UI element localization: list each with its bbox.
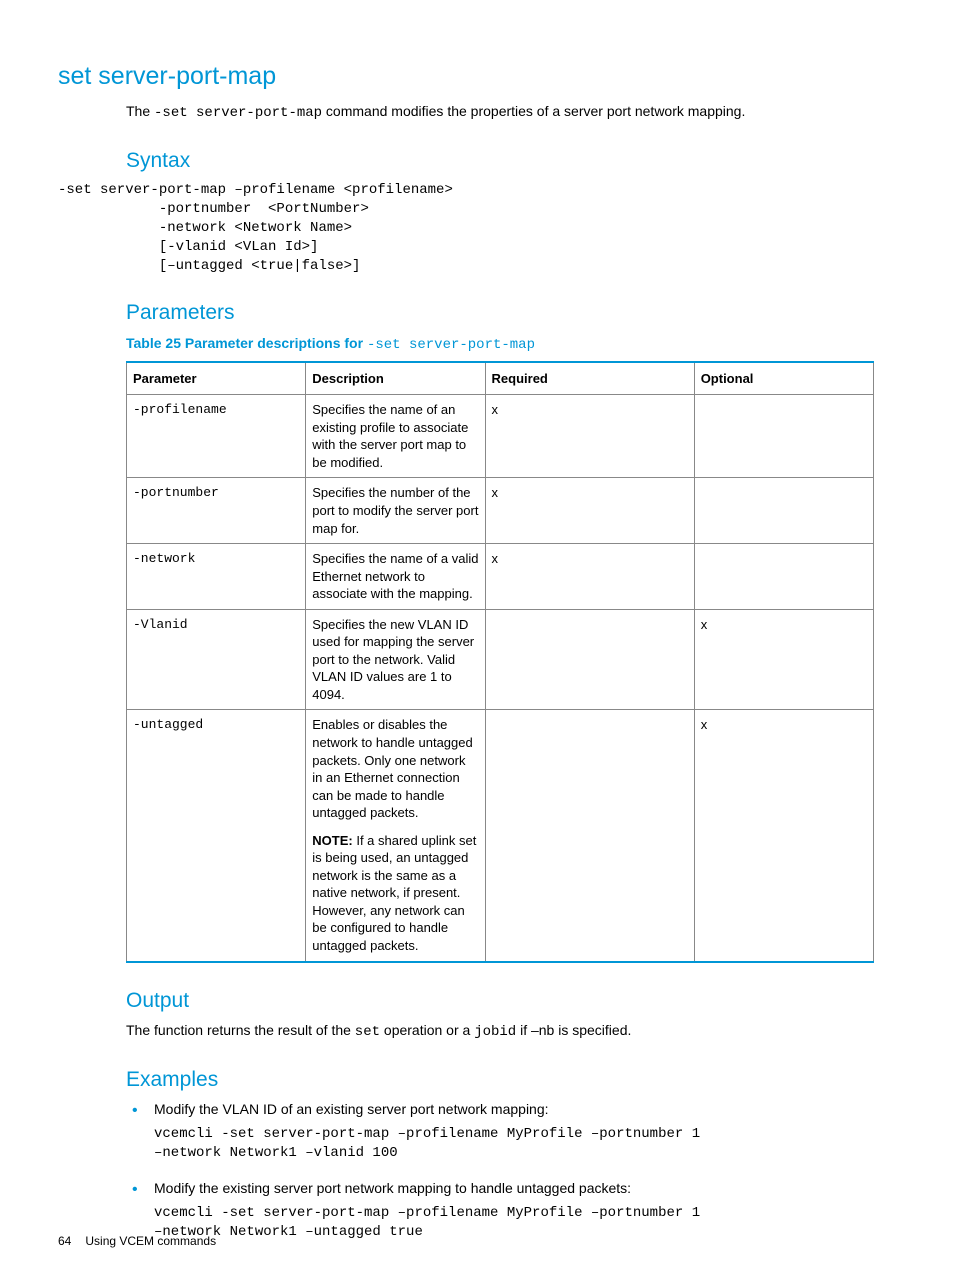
cell-param: -network	[127, 544, 306, 610]
cell-desc: Specifies the number of the port to modi…	[306, 478, 485, 544]
list-item: Modify the existing server port network …	[126, 1179, 874, 1242]
cell-opt: x	[694, 609, 873, 710]
table-row: -Vlanid Specifies the new VLAN ID used f…	[127, 609, 874, 710]
note-label: NOTE:	[312, 833, 352, 848]
cell-desc-main: Enables or disables the network to handl…	[312, 716, 478, 821]
example-text: Modify the existing server port network …	[154, 1179, 874, 1198]
note-text: If a shared uplink set is being used, an…	[312, 833, 476, 953]
page-title: set server-port-map	[58, 60, 874, 94]
cell-opt: x	[694, 710, 873, 962]
th-description: Description	[306, 362, 485, 395]
cell-param: -Vlanid	[127, 609, 306, 710]
output-heading: Output	[126, 987, 874, 1015]
example-code: vcemcli -set server-port-map –profilenam…	[154, 1125, 874, 1163]
cell-req	[485, 609, 694, 710]
cell-req	[485, 710, 694, 962]
output-paragraph: The function returns the result of the s…	[126, 1021, 874, 1042]
cell-param: -portnumber	[127, 478, 306, 544]
list-item: Modify the VLAN ID of an existing server…	[126, 1100, 874, 1163]
cell-req: x	[485, 544, 694, 610]
syntax-heading: Syntax	[126, 147, 874, 175]
cell-param: -untagged	[127, 710, 306, 962]
example-code: vcemcli -set server-port-map –profilenam…	[154, 1204, 874, 1242]
intro-paragraph: The -set server-port-map command modifie…	[126, 102, 874, 123]
cell-desc: Specifies the new VLAN ID used for mappi…	[306, 609, 485, 710]
cell-opt	[694, 395, 873, 478]
examples-list: Modify the VLAN ID of an existing server…	[126, 1100, 874, 1241]
caption-code: -set server-port-map	[367, 337, 535, 353]
cell-note: NOTE: If a shared uplink set is being us…	[312, 832, 478, 955]
th-required: Required	[485, 362, 694, 395]
table-row: -network Specifies the name of a valid E…	[127, 544, 874, 610]
cell-desc: Enables or disables the network to handl…	[306, 710, 485, 962]
cell-opt	[694, 544, 873, 610]
parameters-heading: Parameters	[126, 299, 874, 327]
output-code1: set	[355, 1024, 380, 1040]
cell-opt	[694, 478, 873, 544]
cell-desc: Specifies the name of an existing profil…	[306, 395, 485, 478]
table-row: -untagged Enables or disables the networ…	[127, 710, 874, 962]
cell-req: x	[485, 395, 694, 478]
cell-req: x	[485, 478, 694, 544]
output-pre: The function returns the result of the	[126, 1022, 355, 1038]
example-text: Modify the VLAN ID of an existing server…	[154, 1100, 874, 1119]
footer-section: Using VCEM commands	[85, 1234, 216, 1248]
table-row: -portnumber Specifies the number of the …	[127, 478, 874, 544]
cell-param: -profilename	[127, 395, 306, 478]
intro-pre: The	[126, 103, 154, 119]
th-optional: Optional	[694, 362, 873, 395]
intro-code: -set server-port-map	[154, 105, 322, 121]
table-caption: Table 25 Parameter descriptions for -set…	[126, 334, 874, 355]
table-row: -profilename Specifies the name of an ex…	[127, 395, 874, 478]
output-code2: jobid	[474, 1024, 516, 1040]
intro-post: command modifies the properties of a ser…	[322, 103, 745, 119]
parameters-table: Parameter Description Required Optional …	[126, 361, 874, 963]
caption-prefix: Table 25 Parameter descriptions for	[126, 335, 367, 351]
output-post: if –nb is specified.	[516, 1022, 631, 1038]
examples-heading: Examples	[126, 1066, 874, 1094]
syntax-code: -set server-port-map –profilename <profi…	[58, 181, 874, 275]
th-parameter: Parameter	[127, 362, 306, 395]
output-mid: operation or a	[380, 1022, 474, 1038]
cell-desc: Specifies the name of a valid Ethernet n…	[306, 544, 485, 610]
page-number: 64	[58, 1234, 71, 1248]
page-footer: 64 Using VCEM commands	[58, 1233, 216, 1249]
table-header-row: Parameter Description Required Optional	[127, 362, 874, 395]
